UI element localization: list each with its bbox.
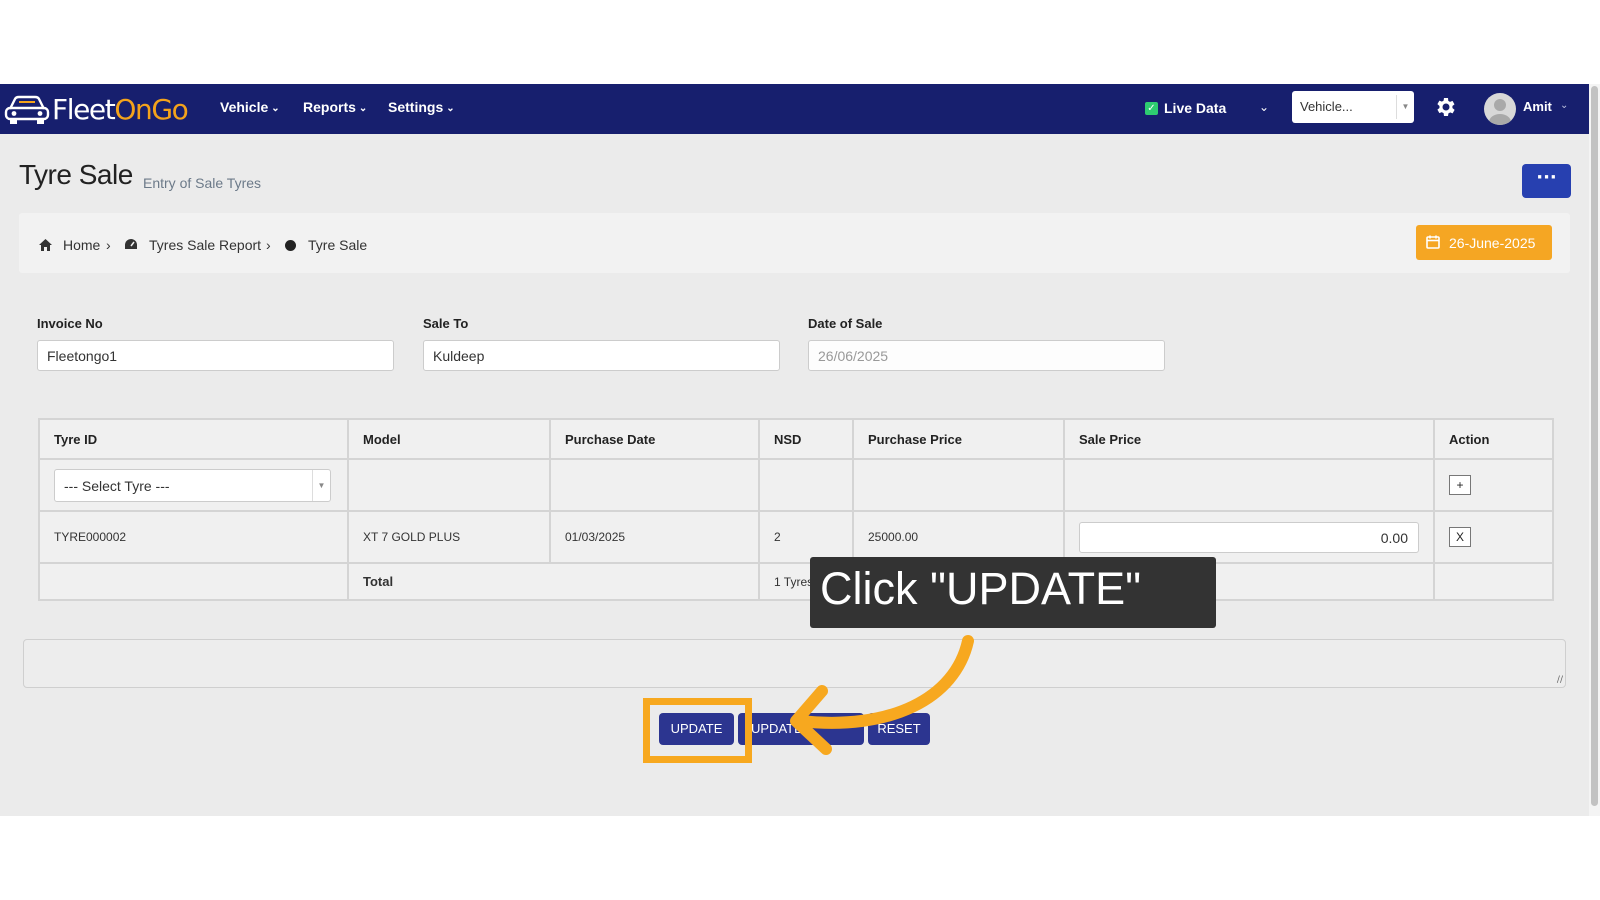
breadcrumb-tyres-sale-report[interactable]: Tyres Sale Report (149, 237, 261, 253)
car-logo-icon (4, 95, 50, 124)
nsd-cell: 2 (758, 510, 854, 564)
date-badge: 26-June-2025 (1416, 225, 1552, 260)
dashboard-gauge-icon (125, 239, 137, 249)
sale-price-input[interactable]: 0.00 (1079, 521, 1419, 553)
chevron-down-icon: ⌄ (358, 103, 368, 114)
table-row-select: --- Select Tyre --- ▼ + (38, 458, 1554, 512)
table-cell: 0.00 (1063, 510, 1435, 564)
remove-row-button[interactable]: X (1449, 527, 1471, 547)
table-cell (347, 458, 551, 512)
model-cell: XT 7 GOLD PLUS (347, 510, 551, 564)
breadcrumb-separator: › (266, 237, 271, 253)
table-cell (852, 458, 1065, 512)
add-row-button[interactable]: + (1449, 475, 1471, 495)
scrollbar-thumb[interactable] (1591, 86, 1598, 806)
highlight-box (643, 698, 752, 763)
nav-menu-vehicle[interactable]: Vehicle ⌄ (220, 99, 280, 115)
col-model: Model (347, 418, 551, 460)
date-of-sale-input[interactable]: 26/06/2025 (808, 340, 1165, 371)
breadcrumb-current: Tyre Sale (308, 237, 368, 253)
table-cell (1063, 458, 1435, 512)
date-of-sale-label: Date of Sale (808, 316, 883, 331)
pointer-arrow-icon (790, 635, 974, 755)
table-row: TYRE000002 XT 7 GOLD PLUS 01/03/2025 2 2… (38, 510, 1554, 564)
breadcrumb-current-dot-icon (285, 240, 296, 251)
gear-icon[interactable] (1433, 95, 1457, 119)
col-purchase-price: Purchase Price (852, 418, 1065, 460)
col-tyre-id: Tyre ID (38, 418, 349, 460)
nav-menu-reports[interactable]: Reports ⌄ (303, 99, 367, 115)
invoice-input[interactable]: Fleetongo1 (37, 340, 394, 371)
sale-to-label: Sale To (423, 316, 469, 331)
chevron-down-icon: ⌄ (271, 103, 280, 114)
table-cell (1433, 562, 1554, 601)
select-arrow-icon: ▼ (312, 469, 330, 501)
purchase-price-cell: 25000.00 (852, 510, 1065, 564)
sale-to-input[interactable]: Kuldeep (423, 340, 780, 371)
table-cell: X (1433, 510, 1554, 564)
table-cell (549, 458, 760, 512)
select-tyre-dropdown[interactable]: --- Select Tyre --- ▼ (54, 468, 331, 502)
user-avatar-icon (1489, 99, 1511, 125)
live-data-dropdown-icon[interactable]: ⌄ (1259, 100, 1269, 114)
nav-menu-settings[interactable]: Settings ⌄ (388, 99, 455, 115)
chevron-down-icon: ⌄ (446, 103, 455, 114)
page-subtitle: Entry of Sale Tyres (143, 175, 262, 191)
calendar-icon (1426, 235, 1440, 249)
col-purchase-date: Purchase Date (549, 418, 760, 460)
col-action: Action (1433, 418, 1554, 460)
resize-grip-icon[interactable]: ∕∕ (1557, 675, 1563, 685)
table-cell (758, 458, 854, 512)
table-cell: + (1433, 458, 1554, 512)
total-label: Total (347, 562, 760, 601)
breadcrumb-separator: › (106, 237, 111, 253)
logo-text: FleetOnGo (52, 93, 189, 126)
breadcrumb-home[interactable]: Home (63, 237, 100, 253)
live-data-label: Live Data (1164, 100, 1227, 116)
invoice-label: Invoice No (37, 316, 103, 331)
table-cell (38, 562, 349, 601)
col-sale-price: Sale Price (1063, 418, 1435, 460)
tyre-sale-table: Tyre ID Model Purchase Date NSD Purchase… (38, 418, 1554, 601)
select-arrow-icon: ▼ (1396, 95, 1414, 119)
app-window: FleetOnGo Vehicle ⌄ Reports ⌄ Settings ⌄ ✓ … (0, 84, 1589, 816)
home-icon (39, 239, 52, 251)
purchase-date-cell: 01/03/2025 (549, 510, 760, 564)
tyre-id-cell: TYRE000002 (38, 510, 349, 564)
instruction-tooltip: Click "UPDATE" (810, 557, 1216, 628)
vehicle-select[interactable]: Vehicle... ▼ (1292, 91, 1414, 123)
col-nsd: NSD (758, 418, 854, 460)
table-total-row: Total 1 Tyres (38, 562, 1554, 601)
top-navbar: FleetOnGo Vehicle ⌄ Reports ⌄ Settings ⌄ ✓ … (0, 84, 1589, 134)
table-header-row: Tyre ID Model Purchase Date NSD Purchase… (38, 418, 1554, 460)
fleetongo-logo[interactable]: FleetOnGo (4, 91, 204, 127)
page-title: Tyre Sale (19, 159, 133, 190)
more-options-button[interactable]: ··· (1522, 164, 1571, 198)
avatar[interactable] (1484, 93, 1516, 125)
table-cell: --- Select Tyre --- ▼ (38, 458, 349, 512)
live-data-checkbox[interactable]: ✓ (1145, 102, 1158, 115)
user-name[interactable]: Amit (1523, 99, 1552, 114)
chevron-down-icon[interactable]: ⌄ (1560, 100, 1568, 111)
